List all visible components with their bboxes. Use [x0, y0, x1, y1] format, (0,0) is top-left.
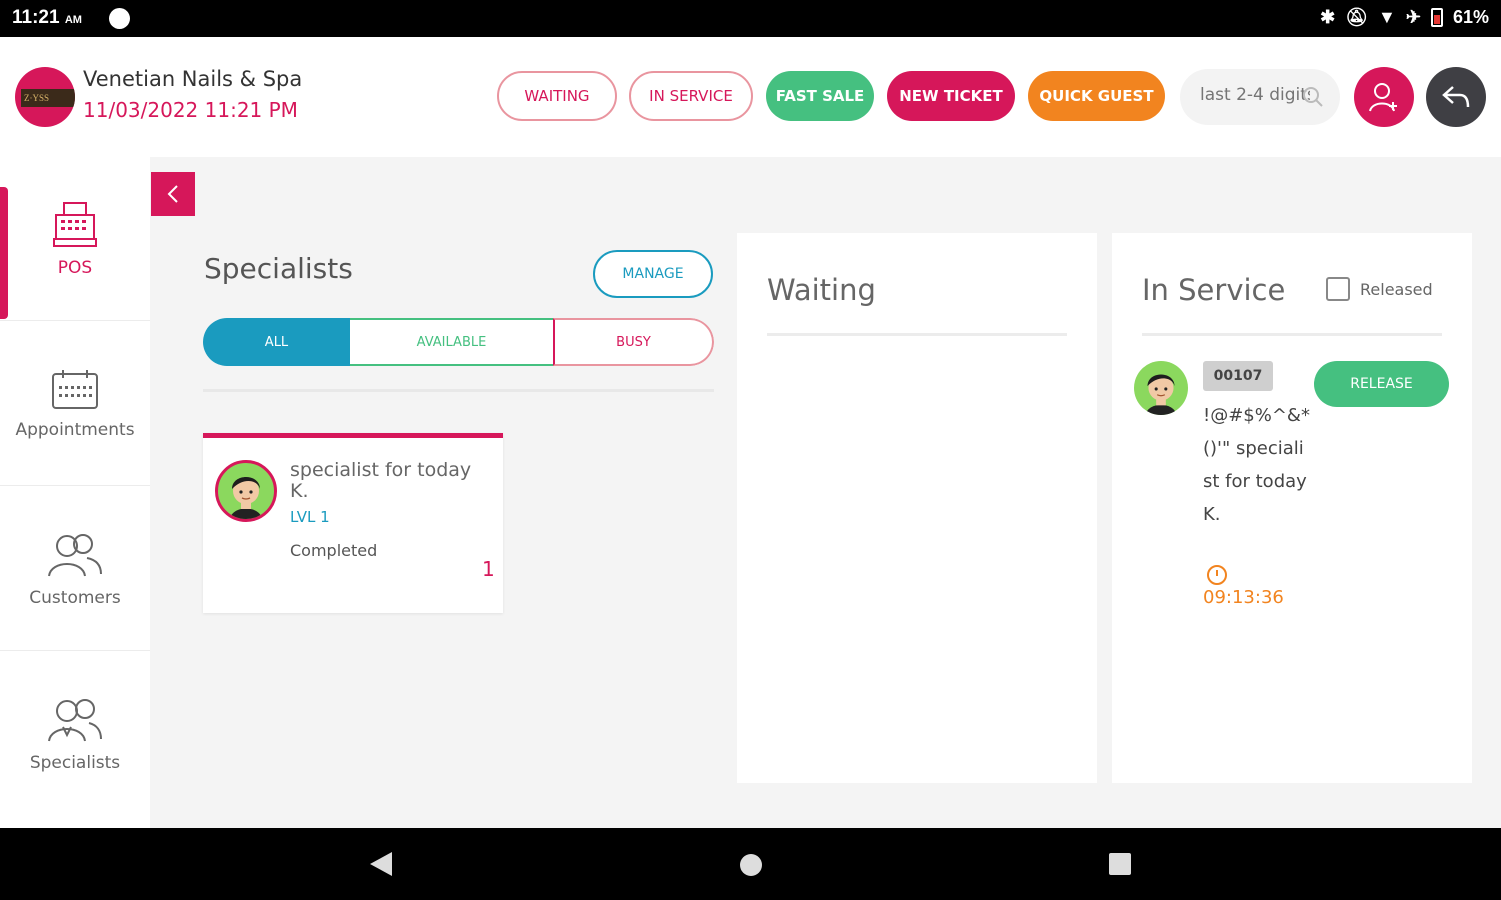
nav-back-icon[interactable]	[368, 850, 394, 878]
bluetooth-icon: ✱	[1320, 7, 1336, 27]
specialist-filter: ALL AVAILABLE BUSY	[203, 318, 714, 366]
nav-recents-icon[interactable]	[1108, 852, 1132, 876]
completed-count: 1	[482, 557, 495, 581]
waiting-button[interactable]: WAITING	[497, 71, 617, 121]
search-box	[1180, 69, 1340, 125]
ticket-description: !@#$%^&*()'" specialist for today K.	[1203, 405, 1310, 525]
sidebar-item-label: Specialists	[29, 753, 121, 773]
new-ticket-button[interactable]: NEW TICKET	[887, 71, 1015, 121]
battery-icon	[1430, 8, 1443, 27]
waiting-title: Waiting	[767, 273, 876, 307]
filter-busy-tab[interactable]: BUSY	[553, 318, 714, 366]
add-user-button[interactable]	[1354, 67, 1414, 127]
user-plus-icon	[1369, 83, 1397, 112]
release-button[interactable]: RELEASE	[1314, 361, 1449, 407]
battery-level: 61%	[1452, 7, 1489, 27]
notification-icon	[109, 8, 130, 29]
quick-guest-button[interactable]: QUICK GUEST	[1028, 71, 1165, 121]
specialists-icon	[48, 699, 102, 742]
sidebar: POS Appointments Customers Specialists	[0, 157, 150, 828]
nav-home-icon[interactable]	[738, 852, 764, 878]
in-service-title: In Service	[1142, 273, 1286, 307]
sidebar-item-label: Appointments	[15, 419, 135, 440]
specialist-name: specialist for today K.	[290, 459, 472, 502]
clock-time: 11:21 AM	[12, 7, 82, 28]
avatar	[215, 460, 277, 522]
manage-button[interactable]: MANAGE	[593, 250, 713, 298]
divider	[1142, 333, 1442, 336]
divider	[203, 389, 714, 392]
released-label: Released	[1360, 279, 1433, 299]
system-status-bar: 11:21 AM ✱ 🔕︎ ▼ ✈ 61%	[0, 0, 1501, 37]
sidebar-item-appointments[interactable]: Appointments	[0, 322, 150, 486]
specialist-level: LVL 1	[290, 508, 330, 526]
app-header: Z·YSS Venetian Nails & Spa 11/03/2022 11…	[0, 37, 1501, 157]
sidebar-item-pos[interactable]: POS	[0, 157, 150, 321]
sidebar-item-customers[interactable]: Customers	[0, 487, 150, 651]
sidebar-item-label: Customers	[29, 587, 121, 608]
filter-all-tab[interactable]: ALL	[203, 318, 350, 366]
released-checkbox[interactable]	[1326, 277, 1350, 301]
specialist-status: Completed	[290, 541, 378, 560]
clock-icon	[1207, 565, 1227, 585]
system-nav-bar	[0, 828, 1501, 900]
calendar-icon	[52, 369, 98, 409]
fast-sale-button[interactable]: FAST SALE	[766, 71, 874, 121]
released-toggle[interactable]: Released	[1326, 277, 1433, 301]
service-time: 09:13:36	[1203, 587, 1284, 608]
ticket-number-badge: 00107	[1203, 361, 1273, 391]
avatar	[1134, 361, 1188, 415]
waiting-panel: Waiting	[737, 233, 1097, 783]
sidebar-item-specialists[interactable]: Specialists	[0, 652, 150, 816]
reply-icon	[1442, 86, 1470, 108]
current-datetime: 11/03/2022 11:21 PM	[83, 98, 298, 122]
status-icons: ✱ 🔕︎ ▼ ✈ 61%	[1320, 7, 1489, 28]
back-button[interactable]	[1426, 67, 1486, 127]
in-service-button[interactable]: IN SERVICE	[629, 71, 753, 121]
specialists-title: Specialists	[204, 252, 353, 285]
airplane-icon: ✈	[1405, 7, 1421, 27]
divider	[767, 333, 1067, 336]
shop-name: Venetian Nails & Spa	[83, 67, 303, 91]
search-icon[interactable]	[1302, 86, 1324, 108]
search-input[interactable]	[1200, 85, 1310, 105]
specialist-card[interactable]: specialist for today K. LVL 1 Completed …	[203, 433, 503, 613]
sidebar-item-label: POS	[57, 257, 93, 278]
customers-icon	[48, 533, 102, 576]
mute-icon: 🔕︎	[1345, 7, 1369, 27]
filter-available-tab[interactable]: AVAILABLE	[350, 318, 553, 366]
wifi-icon: ▼	[1378, 7, 1396, 27]
shop-logo: Z·YSS	[15, 67, 75, 127]
chevron-left-icon	[167, 185, 178, 203]
collapse-sidebar-button[interactable]	[151, 172, 195, 216]
service-timer: 09:13:36	[1203, 565, 1284, 608]
in-service-panel: In Service Released 00107 !@#$%^&*()'" s…	[1112, 233, 1472, 783]
cash-register-icon	[53, 201, 97, 247]
